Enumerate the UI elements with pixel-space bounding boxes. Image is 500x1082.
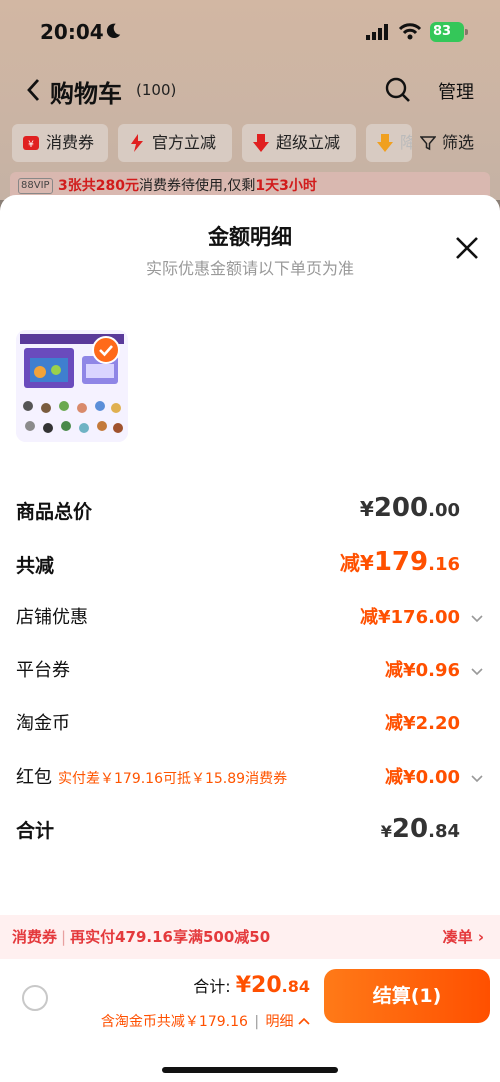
coupon-icon: ¥ bbox=[23, 136, 39, 150]
cellular-signal-icon bbox=[366, 24, 388, 40]
selected-check-icon bbox=[92, 336, 120, 364]
status-bar: 20:04 83 bbox=[0, 18, 500, 50]
row-grand-total: 合计 ¥20.84 bbox=[16, 814, 484, 846]
funnel-icon bbox=[420, 136, 436, 151]
down-arrow-icon bbox=[253, 134, 269, 152]
close-icon[interactable] bbox=[454, 235, 480, 261]
chip-price-drop[interactable]: 降 bbox=[366, 124, 412, 162]
row-platform-coupon[interactable]: 平台券 减¥0.96 bbox=[16, 656, 484, 686]
chip-label: 超级立减 bbox=[276, 133, 341, 152]
checkout-button[interactable]: 结算(1) bbox=[324, 969, 490, 1023]
select-all-radio[interactable] bbox=[22, 985, 48, 1011]
search-icon[interactable] bbox=[384, 76, 412, 104]
svg-text:¥: ¥ bbox=[28, 140, 34, 150]
chip-label: 降 bbox=[400, 133, 412, 152]
vip-badge: 88VIP bbox=[18, 178, 53, 194]
moon-icon bbox=[106, 23, 121, 39]
row-red-packet[interactable]: 红包 实付差￥179.16可抵￥15.89消费券 减¥0.00 bbox=[16, 763, 484, 793]
sheet-subtitle: 实际优惠金额请以下单页为准 bbox=[145, 259, 354, 278]
row-label: 平台券 bbox=[16, 660, 70, 681]
discount-text: 含淘金币共减￥179.16 bbox=[100, 1014, 248, 1030]
chevron-down-icon bbox=[471, 668, 483, 676]
status-time: 20:04 bbox=[40, 20, 104, 44]
row-value: 减¥0.00 bbox=[385, 767, 460, 788]
row-value: ¥20.84 bbox=[380, 814, 460, 844]
price-drop-icon bbox=[377, 134, 393, 152]
row-value: ¥200.00 bbox=[359, 493, 460, 523]
product-thumbnail[interactable] bbox=[16, 330, 128, 442]
filter-chips: ¥ 消费券 官方立减 超级立减 降 筛选 bbox=[0, 124, 500, 164]
chevron-down-icon bbox=[471, 775, 483, 783]
chevron-up-icon bbox=[298, 1017, 310, 1025]
promo-separator: | bbox=[61, 928, 67, 946]
row-label: 红包 实付差￥179.16可抵￥15.89消费券 bbox=[16, 763, 287, 789]
row-value: 减¥2.20 bbox=[385, 713, 460, 734]
battery-indicator: 83 bbox=[430, 22, 468, 42]
row-goods-total: 商品总价 ¥200.00 bbox=[16, 493, 484, 527]
vip-coupon-text: 消费券待使用,仅剩 bbox=[138, 178, 256, 194]
total-amount: 合计: ¥20.84 bbox=[193, 973, 310, 998]
row-value: 减¥179.16 bbox=[339, 547, 460, 577]
row-label: 商品总价 bbox=[16, 501, 93, 523]
amount-detail-sheet: 金额明细 实际优惠金额请以下单页为准 商品总价 ¥200.00 共减 减¥179… bbox=[0, 195, 500, 1082]
chevron-down-icon bbox=[471, 615, 483, 623]
add-on-button[interactable]: 凑单 › bbox=[443, 915, 484, 959]
chip-coupon[interactable]: ¥ 消费券 bbox=[12, 124, 108, 162]
total-value: ¥20.84 bbox=[235, 973, 310, 998]
cart-nav-bar: 购物车 (100) 管理 bbox=[0, 72, 500, 108]
back-arrow-icon[interactable] bbox=[24, 76, 44, 104]
row-label: 共减 bbox=[16, 555, 55, 577]
row-store-discount[interactable]: 店铺优惠 减¥176.00 bbox=[16, 603, 484, 633]
total-label: 合计: bbox=[193, 977, 231, 996]
discount-summary[interactable]: 含淘金币共减￥179.16 | 明细 bbox=[101, 1011, 310, 1031]
vip-coupon-amount: 3张共280元 bbox=[58, 178, 139, 194]
chip-official-discount[interactable]: 官方立减 bbox=[118, 124, 232, 162]
filter-button[interactable]: 筛选 bbox=[420, 124, 474, 162]
row-value: 减¥0.96 bbox=[385, 660, 460, 681]
chip-label: 官方立减 bbox=[152, 133, 217, 152]
vip-remaining-time: 1天3小时 bbox=[255, 178, 317, 194]
coupon-promo-bar[interactable]: 消费券 | 再实付479.16享满500减50 凑单 › bbox=[0, 915, 500, 959]
lightning-icon bbox=[131, 134, 143, 152]
row-label: 店铺优惠 bbox=[16, 607, 88, 628]
battery-level: 83 bbox=[433, 24, 452, 39]
row-label: 合计 bbox=[16, 820, 55, 842]
red-packet-note: 实付差￥179.16可抵￥15.89消费券 bbox=[58, 771, 288, 787]
row-label: 淘金币 bbox=[16, 713, 70, 734]
chip-super-discount[interactable]: 超级立减 bbox=[242, 124, 356, 162]
wifi-icon bbox=[398, 23, 422, 40]
filter-label: 筛选 bbox=[442, 133, 475, 152]
row-total-reduction: 共减 减¥179.16 bbox=[16, 547, 484, 581]
row-value: 减¥176.00 bbox=[360, 607, 460, 628]
promo-text: 再实付479.16享满500减50 bbox=[70, 928, 271, 946]
manage-button[interactable]: 管理 bbox=[438, 78, 474, 104]
promo-tag: 消费券 bbox=[12, 928, 58, 946]
row-taobao-coins: 淘金币 减¥2.20 bbox=[16, 709, 484, 739]
sheet-title: 金额明细 bbox=[208, 225, 292, 249]
divider: | bbox=[249, 1014, 264, 1030]
row-label-text: 红包 bbox=[16, 767, 52, 788]
cart-count: (100) bbox=[136, 81, 177, 99]
page-title: 购物车 bbox=[50, 80, 122, 108]
home-indicator bbox=[162, 1067, 338, 1073]
checkout-bar: 合计: ¥20.84 含淘金币共减￥179.16 | 明细 结算(1) bbox=[0, 959, 500, 1082]
chip-label: 消费券 bbox=[46, 133, 95, 152]
detail-toggle: 明细 bbox=[265, 1014, 294, 1030]
